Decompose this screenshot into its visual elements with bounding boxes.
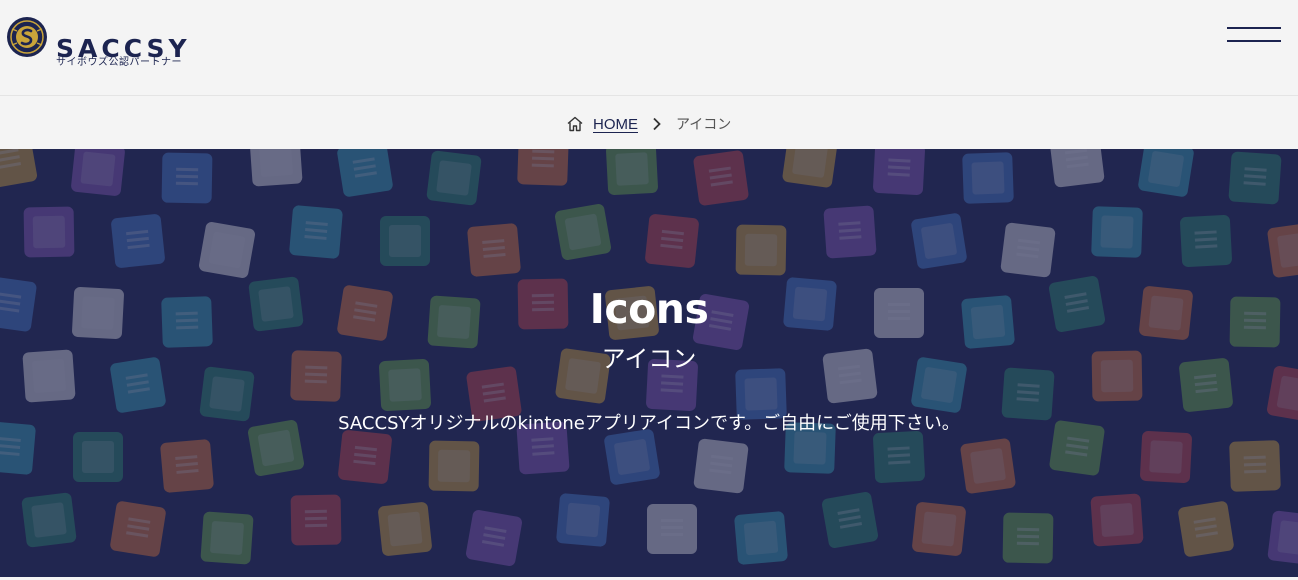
breadcrumb-home-link[interactable]: HOME [593, 116, 638, 133]
page-description: SACCSYオリジナルのkintoneアプリアイコンです。ご自由にご使用下さい。 [338, 413, 960, 434]
breadcrumb: HOME アイコン [0, 97, 1298, 149]
menu-bar-top [1227, 27, 1281, 29]
page-title: Icons [589, 285, 709, 333]
page: SACCSY サイボウズ公認パートナー HOME アイコン Icons アイコン… [0, 0, 1298, 580]
home-icon[interactable] [566, 115, 584, 133]
chevron-right-icon [653, 117, 661, 131]
breadcrumb-list: HOME アイコン [566, 113, 731, 135]
site-logo-link[interactable]: SACCSY サイボウズ公認パートナー [6, 16, 206, 72]
menu-bar-bottom [1227, 40, 1281, 42]
logo-subtitle: サイボウズ公認パートナー [56, 57, 182, 68]
logo-emblem [7, 17, 47, 57]
page-subtitle: アイコン [601, 345, 697, 373]
breadcrumb-current: アイコン [676, 117, 732, 133]
site-header: SACCSY サイボウズ公認パートナー [0, 0, 1298, 96]
menu-icon[interactable] [1222, 20, 1284, 52]
hero-banner: Icons アイコン SACCSYオリジナルのkintoneアプリアイコンです。… [0, 149, 1298, 577]
